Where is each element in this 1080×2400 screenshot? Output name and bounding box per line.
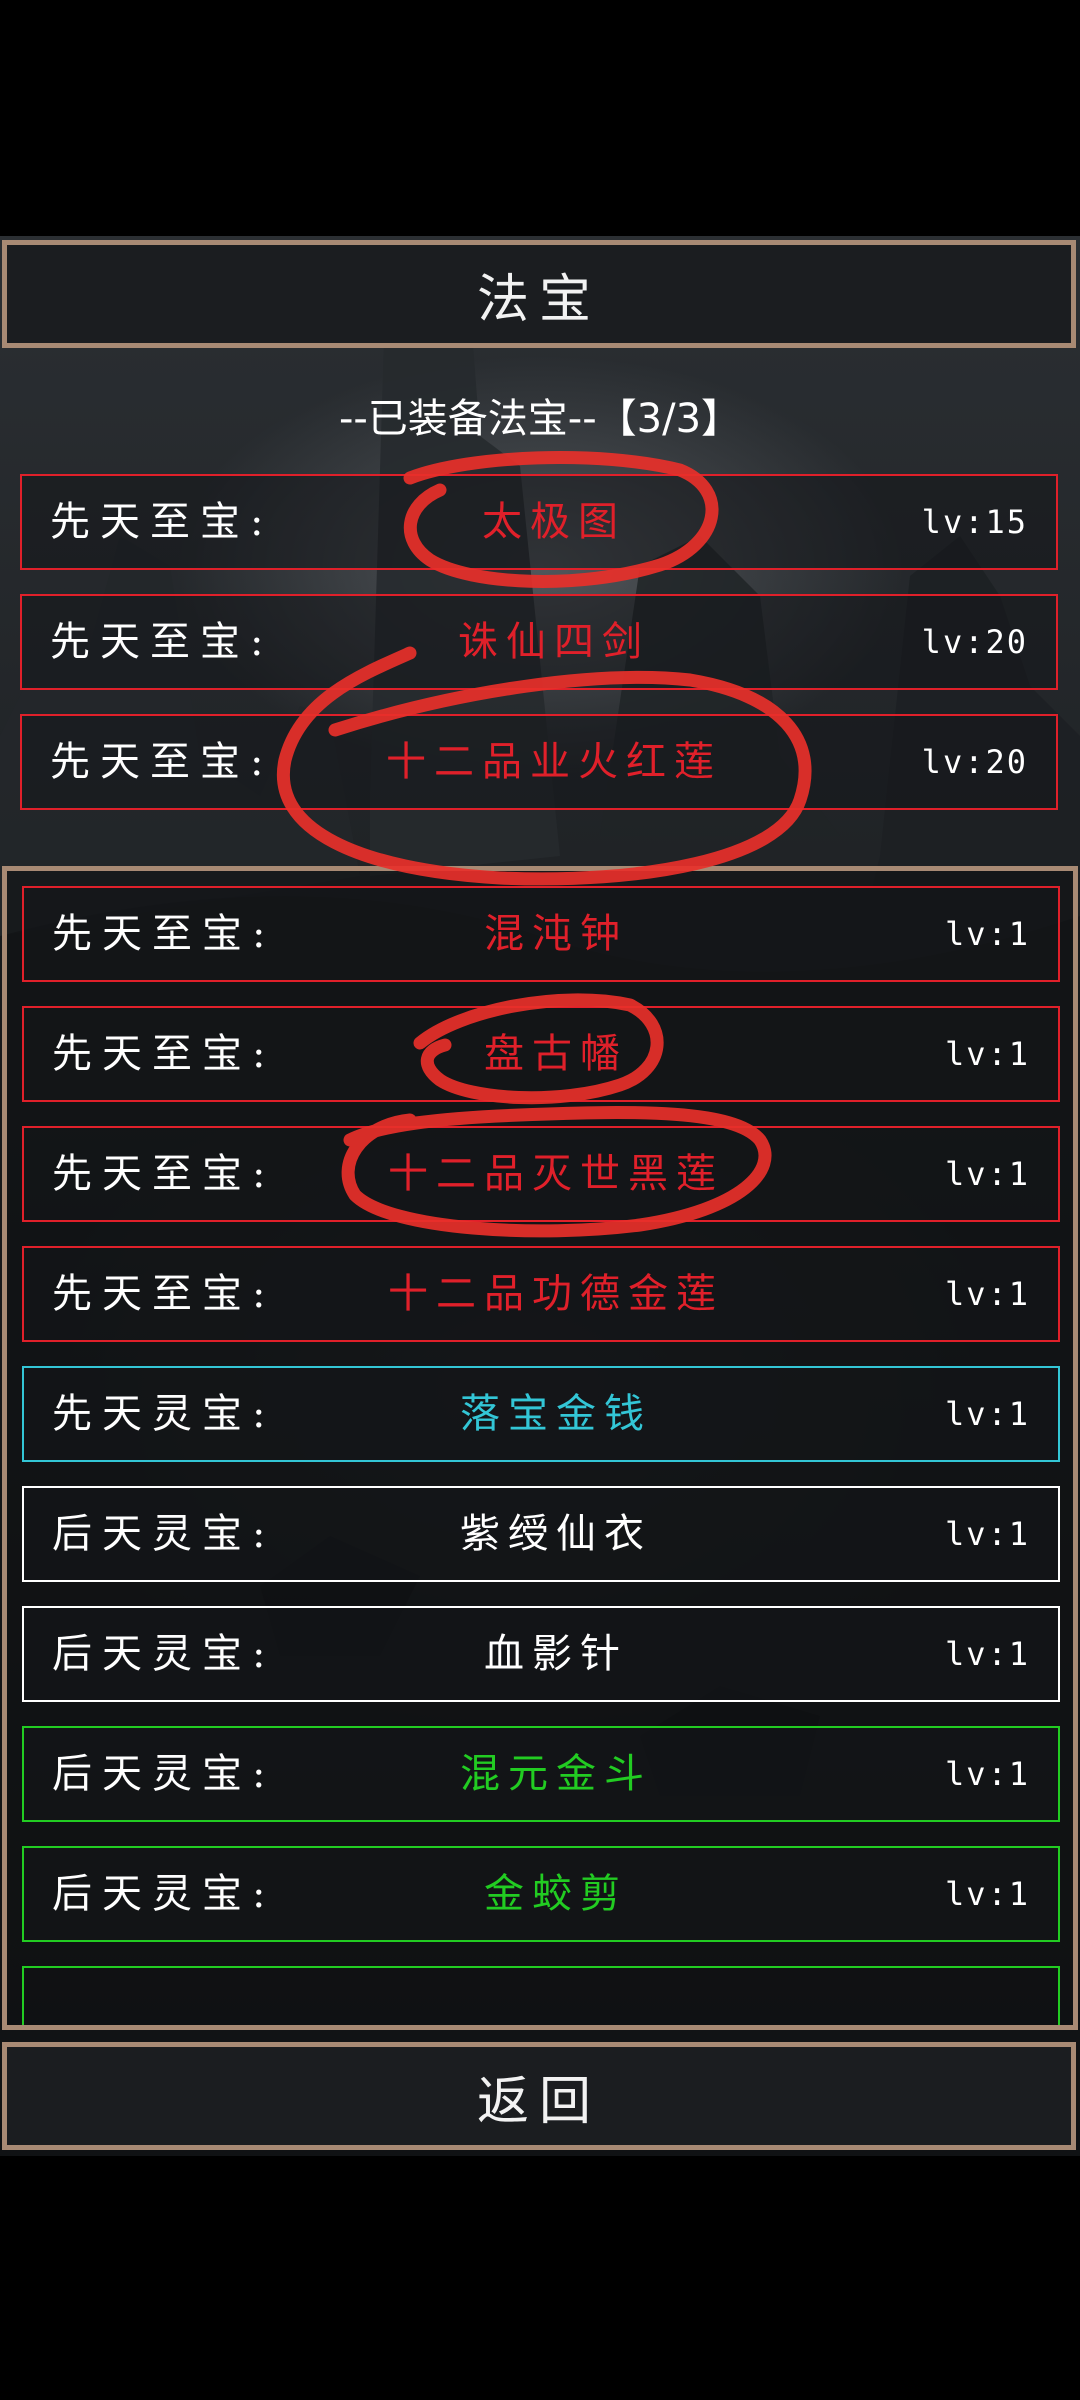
inventory-item-row[interactable]: 先天至宝: 盘古幡 lv:1: [22, 1006, 1060, 1102]
item-name: 金蛟剪: [484, 1871, 628, 1917]
item-level: lv:1: [944, 1755, 1030, 1793]
inventory-item-row[interactable]: 后天灵宝: 混元金斗 lv:1: [22, 1726, 1060, 1822]
item-name: 十二品灭世黑莲: [388, 1151, 724, 1197]
item-name: 紫绶仙衣: [460, 1511, 652, 1557]
inventory-item-row[interactable]: 后天灵宝: 血影针 lv:1: [22, 1606, 1060, 1702]
inventory-item-row[interactable]: 先天灵宝: 落宝金钱 lv:1: [22, 1366, 1060, 1462]
item-name: 盘古幡: [484, 1031, 628, 1077]
item-level: lv:1: [944, 1875, 1030, 1913]
item-name: 血影针: [484, 1631, 628, 1677]
item-name: 太极图: [482, 499, 626, 545]
inventory-item-row[interactable]: 后天灵宝: 紫绶仙衣 lv:1: [22, 1486, 1060, 1582]
inventory-item-row[interactable]: 先天至宝: 十二品灭世黑莲 lv:1: [22, 1126, 1060, 1222]
item-name: 十二品功德金莲: [388, 1271, 724, 1317]
item-level: lv:15: [921, 503, 1028, 541]
item-name: 诛仙四剑: [458, 619, 650, 665]
equipped-item-row[interactable]: 先天至宝: 诛仙四剑 lv:20: [20, 594, 1058, 690]
item-level: lv:1: [944, 1155, 1030, 1193]
item-name: 落宝金钱: [460, 1391, 652, 1437]
item-name: 混沌钟: [484, 911, 628, 957]
back-button[interactable]: 返回: [2, 2042, 1076, 2150]
item-level: lv:20: [921, 623, 1028, 661]
item-name: 十二品业火红莲: [386, 739, 722, 785]
inventory-item-row-partial[interactable]: [22, 1966, 1060, 2025]
equipped-item-row[interactable]: 先天至宝: 十二品业火红莲 lv:20: [20, 714, 1058, 810]
item-level: lv:1: [944, 1035, 1030, 1073]
page-title: 法宝: [2, 240, 1076, 348]
equipped-header: --已装备法宝--【3/3】: [338, 396, 742, 442]
item-level: lv:1: [944, 1395, 1030, 1433]
item-level: lv:1: [944, 1635, 1030, 1673]
item-level: lv:20: [921, 743, 1028, 781]
equipped-item-row[interactable]: 先天至宝: 太极图 lv:15: [20, 474, 1058, 570]
inventory-list[interactable]: 先天至宝: 混沌钟 lv:1 先天至宝: 盘古幡 lv:1 先天至宝: 十二品灭…: [2, 866, 1078, 2030]
item-level: lv:1: [944, 1515, 1030, 1553]
item-level: lv:1: [944, 915, 1030, 953]
item-level: lv:1: [944, 1275, 1030, 1313]
item-name: 混元金斗: [460, 1751, 652, 1797]
inventory-item-row[interactable]: 后天灵宝: 金蛟剪 lv:1: [22, 1846, 1060, 1942]
inventory-item-row[interactable]: 先天至宝: 混沌钟 lv:1: [22, 886, 1060, 982]
inventory-item-row[interactable]: 先天至宝: 十二品功德金莲 lv:1: [22, 1246, 1060, 1342]
